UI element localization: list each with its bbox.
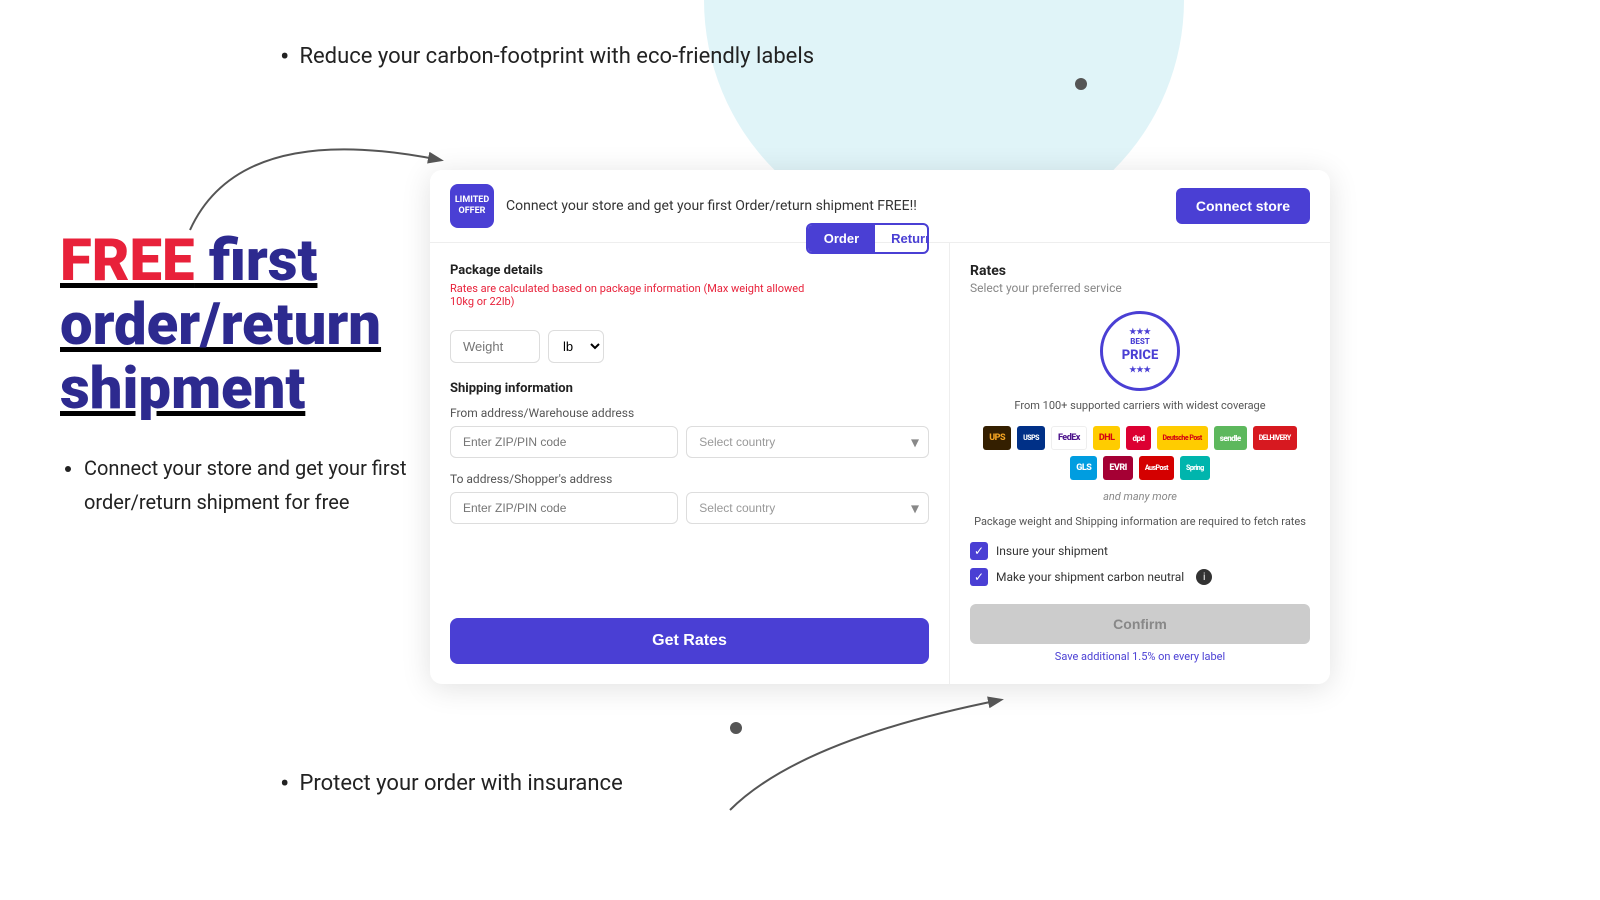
best-price-badge: ★★★ BEST PRICE ★★★ (1100, 311, 1180, 391)
carrier-ups: UPS (983, 426, 1011, 450)
panel-header-message: Connect your store and get your first Or… (506, 198, 917, 214)
carrier-logos: UPS USPS FedEx DHL dpd Deutsche Post sen… (970, 426, 1310, 480)
shipping-info-title: Shipping information (450, 381, 929, 396)
carrier-gls: GLS (1070, 456, 1097, 480)
shipping-form: Package details Rates are calculated bas… (430, 243, 950, 684)
to-address-row: Select country United States United King… (450, 492, 929, 524)
return-toggle-btn[interactable]: Return (875, 225, 929, 252)
carrier-usps: USPS (1017, 426, 1045, 450)
from-address-row: Select country United States United King… (450, 426, 929, 458)
rates-panel: Rates Select your preferred service ★★★ … (950, 243, 1330, 684)
bottom-bullet-text: Protect your order with insurance (299, 771, 622, 796)
hero-free: FREE (60, 227, 194, 295)
left-bullet-item: Connect your store and get your first or… (84, 451, 420, 519)
confirm-button[interactable]: Confirm (970, 604, 1310, 644)
carrier-fedex: FedEx (1051, 426, 1087, 450)
panel-header-left: LIMITEDOFFER Connect your store and get … (450, 184, 917, 228)
hero-title: FREE firstorder/returnshipment (60, 230, 420, 421)
get-rates-button[interactable]: Get Rates (450, 618, 929, 664)
carriers-info: From 100+ supported carriers with widest… (970, 399, 1310, 412)
carrier-auspost: AusPost (1139, 456, 1174, 480)
from-zip-input[interactable] (450, 426, 678, 458)
panel-body: Package details Rates are calculated bas… (430, 243, 1330, 684)
top-bullet: Reduce your carbon-footprint with eco-fr… (280, 40, 814, 73)
from-country-wrapper: Select country United States United King… (686, 426, 929, 458)
rates-subtitle: Select your preferred service (970, 281, 1310, 295)
and-many-more: and many more (970, 490, 1310, 503)
carrier-dpd: dpd (1126, 426, 1150, 450)
top-bullet-text: Reduce your carbon-footprint with eco-fr… (299, 44, 814, 69)
to-country-wrapper: Select country United States United King… (686, 492, 929, 524)
rates-title: Rates (970, 263, 1310, 279)
to-address-label: To address/Shopper's address (450, 472, 929, 486)
unit-select[interactable]: lb kg oz (548, 330, 604, 363)
carbon-neutral-checkbox[interactable]: ✓ (970, 568, 988, 586)
best-price-section: ★★★ BEST PRICE ★★★ From 100+ supported c… (970, 311, 1310, 412)
insure-checkbox-row: ✓ Insure your shipment (970, 542, 1310, 560)
rates-info-message: Package weight and Shipping information … (970, 515, 1310, 528)
from-address-label: From address/Warehouse address (450, 406, 929, 420)
order-toggle-btn[interactable]: Order (808, 225, 875, 252)
bottom-bullet: Protect your order with insurance (280, 767, 623, 800)
to-zip-input[interactable] (450, 492, 678, 524)
to-country-select[interactable]: Select country United States United King… (686, 492, 929, 524)
ui-panel: LIMITEDOFFER Connect your store and get … (430, 170, 1330, 684)
carrier-spring: Spring (1180, 456, 1210, 480)
weight-input[interactable] (450, 330, 540, 363)
carrier-dhl: DHL (1093, 426, 1121, 450)
arrow-dot-top (1075, 78, 1087, 90)
left-bullets: Connect your store and get your first or… (60, 451, 420, 519)
arrow-top (180, 100, 460, 240)
package-details-subtitle: Rates are calculated based on package in… (450, 282, 806, 308)
carbon-neutral-checkbox-row: ✓ Make your shipment carbon neutral i (970, 568, 1310, 586)
carrier-delhivery: DELHIVERY (1253, 426, 1297, 450)
package-details-title: Package details (450, 263, 806, 278)
arrow-dot-bottom (730, 722, 742, 734)
left-content: FREE firstorder/returnshipment Connect y… (60, 230, 420, 519)
carbon-neutral-label: Make your shipment carbon neutral (996, 570, 1184, 584)
insure-label: Insure your shipment (996, 544, 1108, 558)
offer-badge: LIMITEDOFFER (450, 184, 494, 228)
weight-row: lb kg oz (450, 330, 929, 363)
carrier-sendle: sendle (1214, 426, 1247, 450)
order-return-toggle[interactable]: Order Return (806, 223, 929, 254)
from-country-select[interactable]: Select country United States United King… (686, 426, 929, 458)
insure-checkbox[interactable]: ✓ (970, 542, 988, 560)
carrier-deutsche-post: Deutsche Post (1157, 426, 1208, 450)
carrier-evri: EVRI (1103, 456, 1132, 480)
save-label: Save additional 1.5% on every label (970, 650, 1310, 663)
connect-store-button[interactable]: Connect store (1176, 188, 1310, 224)
best-price-text: ★★★ BEST PRICE ★★★ (1122, 327, 1159, 375)
carbon-neutral-info-icon[interactable]: i (1196, 569, 1212, 585)
